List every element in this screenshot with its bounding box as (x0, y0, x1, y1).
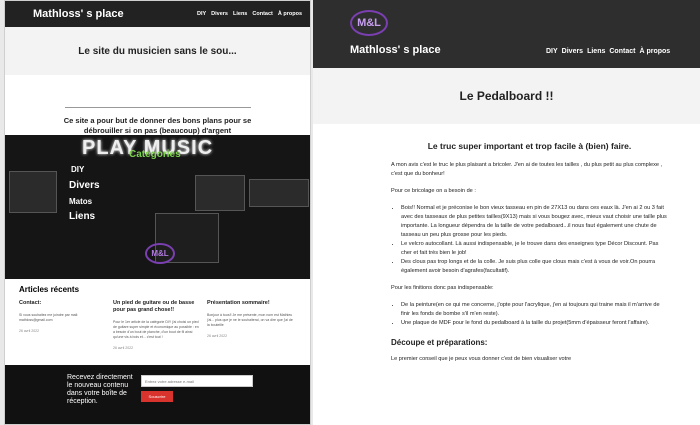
category-matos[interactable]: Matos (69, 197, 100, 206)
newsletter-email-input[interactable] (141, 375, 253, 387)
left-hero: Le site du musicien sans le sou... (5, 27, 310, 75)
left-site-title[interactable]: Mathloss' s place (13, 8, 197, 20)
nav-contact[interactable]: Contact (252, 11, 272, 17)
nav-divers[interactable]: Divers (211, 11, 228, 17)
article-card: Contact: Si vous souhaitez me joindre pa… (19, 300, 107, 350)
article-date: 26 avril 2022 (19, 329, 40, 333)
list-item: Une plaque de MDF pour le fond du pedalb… (401, 319, 668, 328)
article-date: 26 avril 2022 (207, 334, 228, 338)
article-card: Un pied de guitare ou de basse pour pas … (113, 300, 201, 350)
newsletter-text: Recevez directement le nouveau contenu d… (67, 374, 133, 405)
category-menu: DIY Divers Matos Liens (69, 165, 100, 222)
site-logo: M&L (145, 243, 175, 264)
amp-shape (195, 175, 245, 211)
needs-paragraph: Pour ce bricolage on a besoin de : (391, 188, 476, 194)
left-site-header: Mathloss' s place DIY Divers Liens Conta… (5, 1, 310, 27)
music-store-image: PLAY MUSIC Categories DIY Divers Matos L… (5, 135, 310, 279)
category-diy[interactable]: DIY (71, 165, 100, 174)
recent-articles: Articles récents Contact: Si vous souhai… (5, 279, 310, 365)
list-item: Bois!! Normal et je préconise le bon vie… (401, 204, 668, 240)
nav-liens[interactable]: Liens (233, 11, 247, 17)
finishing-list: De la peinture(en ce qui me concerne, j'… (391, 301, 668, 328)
intro-paragraph: A mon avis c'est le truc le plus plaisan… (391, 162, 663, 177)
right-nav: DIY Divers Liens Contact À propos (546, 48, 670, 55)
list-item: Des clous pas trop longs et de la colle.… (401, 258, 668, 276)
article-content: Le truc super important et trop facile à… (313, 141, 700, 364)
category-divers[interactable]: Divers (69, 180, 100, 191)
newsletter-section: Recevez directement le nouveau contenu d… (5, 365, 310, 424)
site-logo[interactable]: M&L (350, 10, 388, 36)
finishing-paragraph: Pour les finitions donc pas indispensabl… (391, 285, 494, 291)
article-title[interactable]: Présentation sommaire! (207, 300, 295, 307)
amp-shape (9, 171, 57, 213)
right-hero: Le Pedalboard !! (313, 68, 700, 124)
divider (64, 107, 251, 108)
article-excerpt: Pour le 1er article de la catégorie DIY … (113, 320, 199, 339)
page-title: Le Pedalboard !! (459, 89, 554, 103)
right-site-title[interactable]: Mathloss' s place (350, 44, 441, 56)
nav-contact[interactable]: Contact (609, 48, 635, 55)
nav-divers[interactable]: Divers (562, 48, 583, 55)
neon-sign-sub: Categories (129, 149, 181, 160)
article-excerpt: Si vous souhaitez me joindre par mail: m… (19, 313, 79, 322)
right-browser-page: M&L Mathloss' s place DIY Divers Liens C… (313, 0, 700, 425)
article-excerpt: Bonjour à tous!! Je me présente, mon nom… (207, 313, 293, 327)
left-browser-page: Mathloss' s place DIY Divers Liens Conta… (4, 0, 311, 425)
site-pitch: Ce site a pour but de donner des bons pl… (63, 116, 252, 135)
left-hero-title: Le site du musicien sans le sou... (78, 45, 237, 57)
nav-diy[interactable]: DIY (197, 11, 206, 17)
article-date: 26 avril 2022 (113, 346, 134, 350)
subscribe-button[interactable]: Souscrire (141, 391, 173, 402)
recent-articles-heading: Articles récents (19, 285, 80, 294)
article-title[interactable]: Contact: (19, 300, 107, 307)
amp-shape (249, 179, 309, 207)
nav-a-propos[interactable]: À propos (639, 48, 670, 55)
article-heading: Le truc super important et trop facile à… (427, 141, 632, 151)
last-paragraph: Le premier conseil que je peux vous donn… (391, 356, 572, 362)
article-title[interactable]: Un pied de guitare ou de basse pour pas … (113, 300, 201, 314)
list-item: Le velcro autocollant. Là aussi indispen… (401, 240, 668, 258)
materials-list: Bois!! Normal et je préconise le bon vie… (391, 204, 668, 276)
section-heading: Découpe et préparations: (391, 338, 488, 347)
article-card: Présentation sommaire! Bonjour à tous!! … (207, 300, 295, 350)
list-item: De la peinture(en ce qui me concerne, j'… (401, 301, 668, 319)
nav-a-propos[interactable]: À propos (278, 11, 302, 17)
category-liens[interactable]: Liens (69, 211, 100, 222)
left-nav: DIY Divers Liens Contact À propos (197, 11, 302, 17)
right-site-header: M&L Mathloss' s place DIY Divers Liens C… (313, 0, 700, 68)
nav-diy[interactable]: DIY (546, 48, 558, 55)
nav-liens[interactable]: Liens (587, 48, 605, 55)
